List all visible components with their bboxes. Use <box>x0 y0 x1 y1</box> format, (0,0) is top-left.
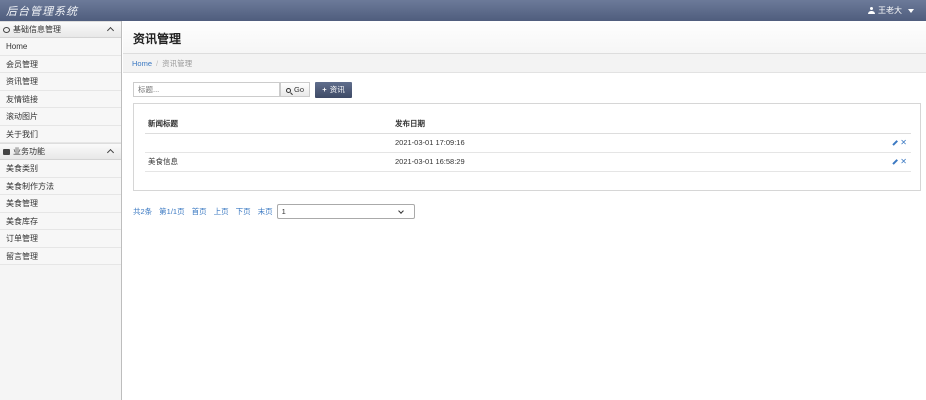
page-header: 资讯管理 <box>123 21 926 54</box>
row-actions: ✕ <box>862 133 911 153</box>
column-header-actions <box>862 114 911 134</box>
breadcrumb-separator: / <box>156 59 159 68</box>
breadcrumb: Home / 资讯管理 <box>123 54 926 73</box>
sidebar-item-food-category[interactable]: 美食类别 <box>0 160 121 178</box>
delete-icon[interactable]: ✕ <box>900 138 907 147</box>
sidebar-item-orders[interactable]: 订单管理 <box>0 230 121 248</box>
chevron-down-icon <box>397 208 404 214</box>
app-title: 后台管理系统 <box>6 5 78 18</box>
user-menu[interactable]: 王老大 <box>868 5 914 16</box>
pagination-prev-link[interactable]: 上页 <box>214 206 229 217</box>
user-icon <box>868 6 875 15</box>
table-row: 美食信息 2021-03-01 16:58:29 ✕ <box>145 152 911 172</box>
cell-date: 2021-03-01 16:58:29 <box>392 152 862 172</box>
chevron-up-icon[interactable] <box>106 148 115 157</box>
sidebar-item-news[interactable]: 资讯管理 <box>0 73 121 91</box>
table-row: 2021-03-01 17:09:16 ✕ <box>145 133 911 153</box>
breadcrumb-home-link[interactable]: Home <box>132 59 152 68</box>
caret-down-icon <box>908 8 914 13</box>
nav-group-basic[interactable]: 基础信息管理 <box>0 21 121 38</box>
cell-title <box>145 133 392 153</box>
main-content: 资讯管理 Home/资讯管理 Go + 资讯 新闻标题 发布日期 2021-03… <box>123 21 926 400</box>
search-button-label: Go <box>294 85 305 94</box>
pagination-first-link[interactable]: 首页 <box>192 206 207 217</box>
sidebar: 基础信息管理 Home 会员管理 资讯管理 友情链接 滚动图片 关于我们 业务功… <box>0 21 122 400</box>
plus-icon: + <box>322 85 327 94</box>
sidebar-item-stock[interactable]: 美食库存 <box>0 212 121 230</box>
pagination: 共2条 第1/1页 首页 上页 下页 末页 1 <box>133 204 415 219</box>
add-news-button[interactable]: + 资讯 <box>315 82 352 98</box>
column-header-date: 发布日期 <box>392 114 862 134</box>
page-select-value: 1 <box>281 207 286 216</box>
top-navbar: 后台管理系统 王老大 <box>0 0 926 21</box>
sidebar-item-recipes[interactable]: 美食制作方法 <box>0 177 121 195</box>
page-select[interactable]: 1 <box>276 204 415 219</box>
cell-title: 美食信息 <box>145 152 392 172</box>
nav-group-label: 基础信息管理 <box>13 25 61 34</box>
page-title: 资讯管理 <box>133 32 182 46</box>
sidebar-item-messages[interactable]: 留言管理 <box>0 247 121 265</box>
nav-group-business[interactable]: 业务功能 <box>0 143 121 160</box>
search-icon <box>285 88 291 93</box>
table-header-row: 新闻标题 发布日期 <box>145 114 911 134</box>
sidebar-item-home[interactable]: Home <box>0 38 121 56</box>
pagination-total: 共2条 <box>133 207 153 216</box>
sidebar-item-food[interactable]: 美食管理 <box>0 195 121 213</box>
edit-icon[interactable] <box>892 159 898 165</box>
chevron-up-icon[interactable] <box>106 26 115 35</box>
cell-date: 2021-03-01 17:09:16 <box>392 133 862 153</box>
breadcrumb-current: 资讯管理 <box>162 59 193 68</box>
sidebar-item-slider[interactable]: 滚动图片 <box>0 108 121 126</box>
edit-icon[interactable] <box>892 140 898 146</box>
add-button-label: 资讯 <box>329 85 345 94</box>
news-table-panel: 新闻标题 发布日期 2021-03-01 17:09:16 ✕ 美食信息 202… <box>133 103 921 191</box>
row-actions: ✕ <box>862 152 911 172</box>
pagination-last-link[interactable]: 末页 <box>258 206 273 217</box>
pagination-page-info: 第1/1页 <box>159 207 185 216</box>
folder-icon <box>3 149 10 155</box>
gear-icon <box>3 27 10 33</box>
nav-group-label: 业务功能 <box>13 147 45 156</box>
delete-icon[interactable]: ✕ <box>900 157 907 166</box>
search-button[interactable]: Go <box>280 82 310 97</box>
sidebar-item-links[interactable]: 友情链接 <box>0 90 121 108</box>
user-name: 王老大 <box>878 6 902 15</box>
sidebar-item-members[interactable]: 会员管理 <box>0 55 121 73</box>
column-header-title: 新闻标题 <box>145 114 392 134</box>
search-input[interactable] <box>133 82 280 97</box>
pagination-next-link[interactable]: 下页 <box>236 206 251 217</box>
sidebar-item-about[interactable]: 关于我们 <box>0 125 121 143</box>
news-table: 新闻标题 发布日期 2021-03-01 17:09:16 ✕ 美食信息 202… <box>145 114 911 172</box>
